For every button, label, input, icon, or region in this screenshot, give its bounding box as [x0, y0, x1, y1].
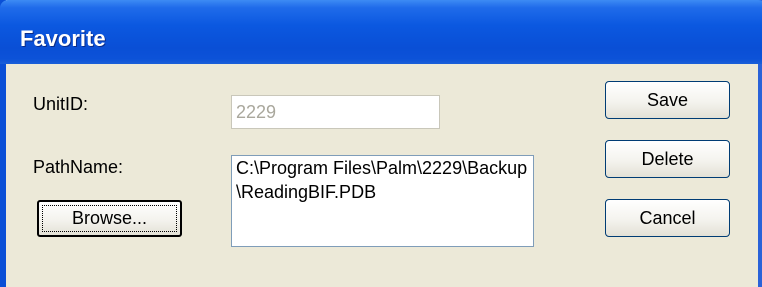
cancel-button[interactable]: Cancel: [605, 199, 730, 237]
title-bar[interactable]: Favorite: [0, 0, 762, 64]
browse-button-label: Browse...: [71, 208, 148, 228]
pathname-label: PathName:: [33, 157, 124, 177]
window-title: Favorite: [20, 26, 106, 51]
save-button[interactable]: Save: [605, 81, 730, 119]
pathname-field[interactable]: C:\Program Files\Palm\2229\Backup\Readin…: [231, 155, 534, 247]
unitid-field: 2229: [231, 95, 440, 129]
favorite-dialog: Favorite UnitID: 2229 PathName: C:\Progr…: [0, 0, 762, 287]
delete-button[interactable]: Delete: [605, 140, 730, 178]
unitid-label: UnitID:: [33, 94, 89, 114]
browse-button[interactable]: Browse...: [37, 200, 182, 237]
